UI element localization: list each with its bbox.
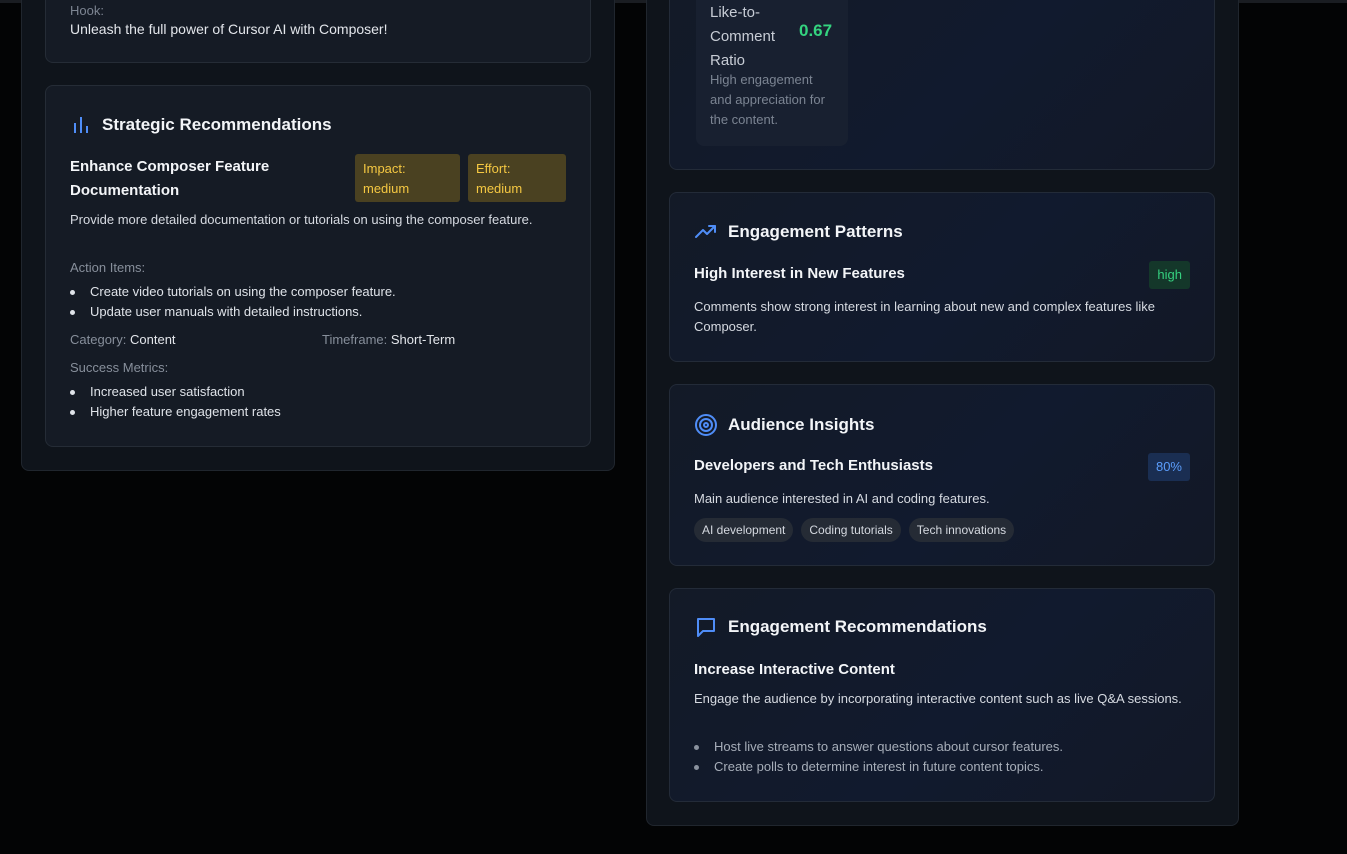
level-badge: high (1149, 261, 1190, 289)
interest-tags: AI development Coding tutorials Tech inn… (694, 518, 1015, 542)
timeframe-value: Short-Term (390, 332, 456, 347)
hook-card: Hook: Unleash the full power of Cursor A… (45, 0, 591, 63)
engagement-patterns-card: Engagement Patterns High Interest in New… (669, 192, 1215, 362)
recommendation-description: Provide more detailed documentation or t… (70, 212, 533, 227)
message-square-icon (694, 615, 718, 639)
engagement-metrics-card: Like-to-Comment Ratio 0.67 High engageme… (669, 0, 1215, 170)
strategic-recommendations-card: Strategic Recommendations Enhance Compos… (45, 85, 591, 447)
success-metrics-list: Increased user satisfaction Higher featu… (70, 382, 281, 422)
category-value: Content (130, 332, 176, 347)
engagement-recommendations-card: Engagement Recommendations Increase Inte… (669, 588, 1215, 802)
audience-insights-header: Audience Insights (694, 413, 874, 437)
hook-label: Hook: (70, 3, 104, 18)
strategic-recommendations-header: Strategic Recommendations (70, 114, 332, 136)
audience-segment-title: Developers and Tech Enthusiasts (694, 457, 933, 474)
section-title: Engagement Patterns (728, 222, 903, 241)
trending-up-icon (694, 221, 718, 243)
interest-tag: Tech innovations (908, 518, 1015, 542)
interest-tag: AI development (694, 518, 794, 542)
bar-chart-icon (70, 114, 92, 136)
engagement-recommendations-header: Engagement Recommendations (694, 615, 987, 639)
list-item: Increased user satisfaction (70, 382, 281, 402)
engagement-rec-description: Engage the audience by incorporating int… (694, 691, 1182, 706)
timeframe-meta: Timeframe: Short-Term (322, 332, 456, 347)
audience-percent-badge: 80% (1147, 453, 1190, 481)
section-title: Audience Insights (728, 415, 875, 434)
metric-box: Like-to-Comment Ratio 0.67 High engageme… (696, 0, 848, 146)
engagement-patterns-header: Engagement Patterns (694, 221, 903, 243)
metric-description: High engagement and appreciation for the… (710, 72, 825, 127)
category-meta: Category: Content (70, 332, 176, 347)
list-item: Update user manuals with detailed instru… (70, 302, 396, 322)
section-title: Strategic Recommendations (102, 115, 332, 134)
metric-value: 0.67 (799, 21, 833, 40)
list-item: Create polls to determine interest in fu… (694, 757, 1063, 777)
hook-text: Unleash the full power of Cursor AI with… (70, 21, 388, 37)
audience-description: Main audience interested in AI and codin… (694, 491, 990, 506)
interest-tag: Coding tutorials (801, 518, 901, 542)
effort-badge: Effort: medium (468, 154, 566, 202)
pattern-title: High Interest in New Features (694, 265, 905, 282)
audience-insights-card: Audience Insights Developers and Tech En… (669, 384, 1215, 566)
engagement-rec-title: Increase Interactive Content (694, 661, 895, 678)
target-icon (694, 413, 718, 437)
section-title: Engagement Recommendations (728, 617, 987, 636)
list-item: Host live streams to answer questions ab… (694, 737, 1063, 757)
pattern-description: Comments show strong interest in learnin… (694, 299, 1156, 334)
action-items-list: Create video tutorials on using the comp… (70, 282, 396, 322)
recommendation-title: Enhance Composer Feature Documentation (70, 158, 270, 199)
action-items-label: Action Items: (70, 260, 146, 275)
list-item: Higher feature engagement rates (70, 402, 281, 422)
metric-label: Like-to-Comment Ratio (710, 4, 776, 69)
list-item: Create video tutorials on using the comp… (70, 282, 396, 302)
engagement-rec-items: Host live streams to answer questions ab… (694, 737, 1063, 777)
impact-badge: Impact: medium (355, 154, 460, 202)
success-metrics-label: Success Metrics: (70, 360, 169, 375)
